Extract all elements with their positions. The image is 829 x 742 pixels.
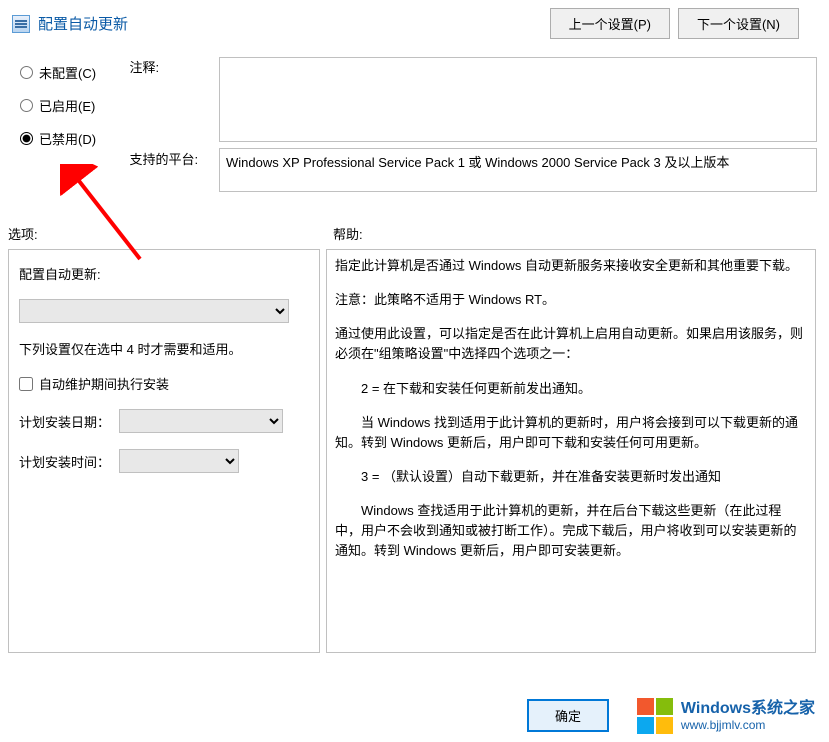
schedule-day-label: 计划安装日期： [19, 412, 111, 431]
help-panel[interactable]: 指定此计算机是否通过 Windows 自动更新服务来接收安全更新和其他重要下载。… [326, 249, 816, 653]
options-section-label: 选项: [8, 224, 333, 243]
maintenance-checkbox-row[interactable]: 自动维护期间执行安装 [19, 374, 309, 393]
app-icon [12, 15, 30, 33]
prev-setting-label: 上一个设置(P) [569, 17, 651, 32]
config-auto-update-select[interactable] [19, 299, 289, 323]
radio-enabled[interactable]: 已启用(E) [20, 96, 119, 115]
maintenance-checkbox-label: 自动维护期间执行安装 [39, 374, 169, 393]
windows-logo-icon [637, 698, 673, 734]
radio-not-configured-label: 未配置(C) [39, 63, 96, 82]
watermark-title: Windows系统之家 [681, 699, 815, 718]
help-text-3: 通过使用此设置，可以指定是否在此计算机上启用自动更新。如果启用该服务，则必须在"… [335, 324, 807, 364]
options-note: 下列设置仅在选中 4 时才需要和适用。 [19, 339, 309, 358]
help-section-label: 帮助: [333, 224, 363, 243]
watermark: Windows系统之家 www.bjjmlv.com [637, 698, 815, 734]
help-text-1: 指定此计算机是否通过 Windows 自动更新服务来接收安全更新和其他重要下载。 [335, 256, 807, 276]
ok-button-label: 确定 [555, 709, 581, 724]
ok-button[interactable]: 确定 [527, 699, 609, 732]
help-text-5: 当 Windows 找到适用于此计算机的更新时，用户将会接到可以下载更新的通知。… [335, 413, 807, 453]
options-panel: 配置自动更新: 下列设置仅在选中 4 时才需要和适用。 自动维护期间执行安装 计… [8, 249, 320, 653]
help-text-7: Windows 查找适用于此计算机的更新，并在后台下载这些更新（在此过程中，用户… [335, 501, 807, 561]
radio-enabled-input[interactable] [20, 99, 33, 112]
prev-setting-button[interactable]: 上一个设置(P) [550, 8, 670, 39]
platform-label: 支持的平台: [129, 149, 209, 168]
platform-box: Windows XP Professional Service Pack 1 或… [219, 148, 817, 192]
maintenance-checkbox[interactable] [19, 377, 33, 391]
radio-disabled-label: 已禁用(D) [39, 129, 96, 148]
radio-not-configured[interactable]: 未配置(C) [20, 63, 119, 82]
radio-disabled[interactable]: 已禁用(D) [20, 129, 119, 148]
next-setting-button[interactable]: 下一个设置(N) [678, 8, 799, 39]
help-text-2: 注意：此策略不适用于 Windows RT。 [335, 290, 807, 310]
help-text-6: 3 = （默认设置）自动下载更新，并在准备安装更新时发出通知 [335, 467, 807, 487]
radio-disabled-input[interactable] [20, 132, 33, 145]
radio-enabled-label: 已启用(E) [39, 96, 95, 115]
schedule-day-select[interactable] [119, 409, 283, 433]
comment-label: 注释: [129, 57, 209, 149]
schedule-time-select[interactable] [119, 449, 239, 473]
radio-not-configured-input[interactable] [20, 66, 33, 79]
config-auto-update-label: 配置自动更新: [19, 264, 309, 283]
help-text-4: 2 = 在下载和安装任何更新前发出通知。 [335, 379, 807, 399]
watermark-url: www.bjjmlv.com [681, 718, 815, 732]
page-title: 配置自动更新 [38, 13, 542, 34]
next-setting-label: 下一个设置(N) [697, 17, 780, 32]
platform-text: Windows XP Professional Service Pack 1 或… [226, 155, 729, 170]
schedule-time-label: 计划安装时间： [19, 452, 111, 471]
comment-textarea[interactable] [219, 57, 817, 142]
